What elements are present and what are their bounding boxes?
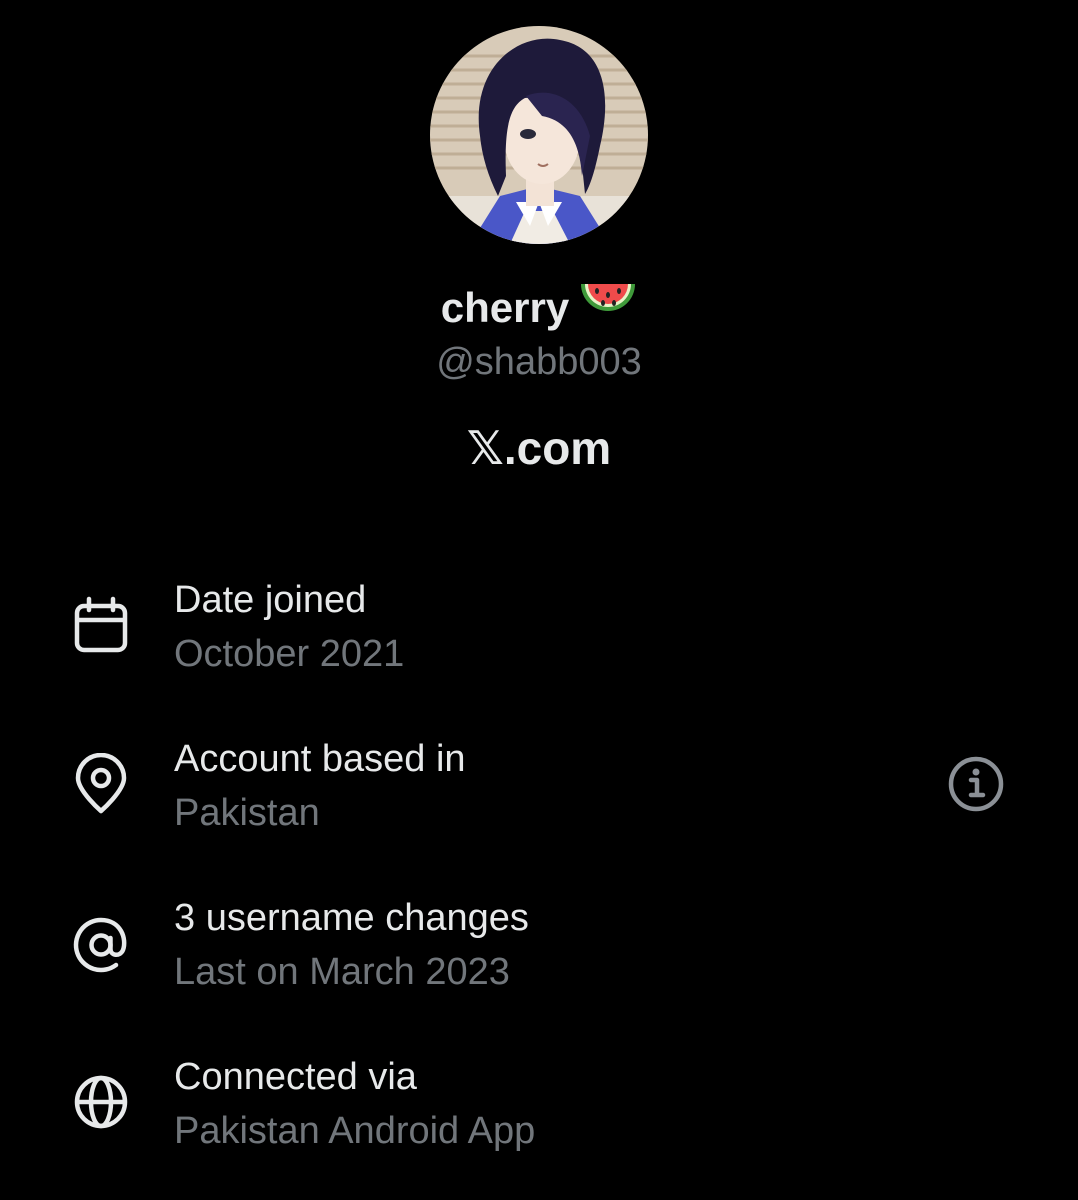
connected-via-label: Connected via — [174, 1056, 417, 1098]
connected-via-value: Pakistan Android App — [174, 1110, 536, 1152]
account-based-in-row: Account based in Pakistan — [0, 733, 1078, 853]
date-joined-row: Date joined October 2021 — [0, 574, 1078, 694]
username-changes-value: Last on March 2023 — [174, 951, 510, 993]
location-pin-icon — [70, 753, 132, 815]
site-label: 𝕏.com — [466, 422, 612, 474]
account-based-in-label: Account based in — [174, 738, 466, 780]
watermelon-emoji — [579, 278, 637, 338]
display-name-row: cherry — [0, 280, 1078, 338]
username-changes-label: 3 username changes — [174, 897, 529, 939]
account-based-in-value: Pakistan — [174, 792, 320, 834]
username-handle: @shabb003 — [436, 341, 642, 383]
avatar[interactable] — [430, 26, 648, 244]
calendar-icon — [70, 596, 132, 658]
info-button[interactable] — [946, 754, 1006, 814]
avatar-image — [430, 26, 648, 244]
at-sign-icon — [70, 914, 132, 976]
info-icon — [948, 756, 1004, 812]
connected-via-row: Connected via Pakistan Android App — [0, 1051, 1078, 1171]
date-joined-value: October 2021 — [174, 633, 405, 675]
username-changes-row: 3 username changes Last on March 2023 — [0, 892, 1078, 1012]
globe-icon — [70, 1071, 132, 1133]
date-joined-label: Date joined — [174, 579, 367, 621]
display-name: cherry — [440, 284, 570, 331]
